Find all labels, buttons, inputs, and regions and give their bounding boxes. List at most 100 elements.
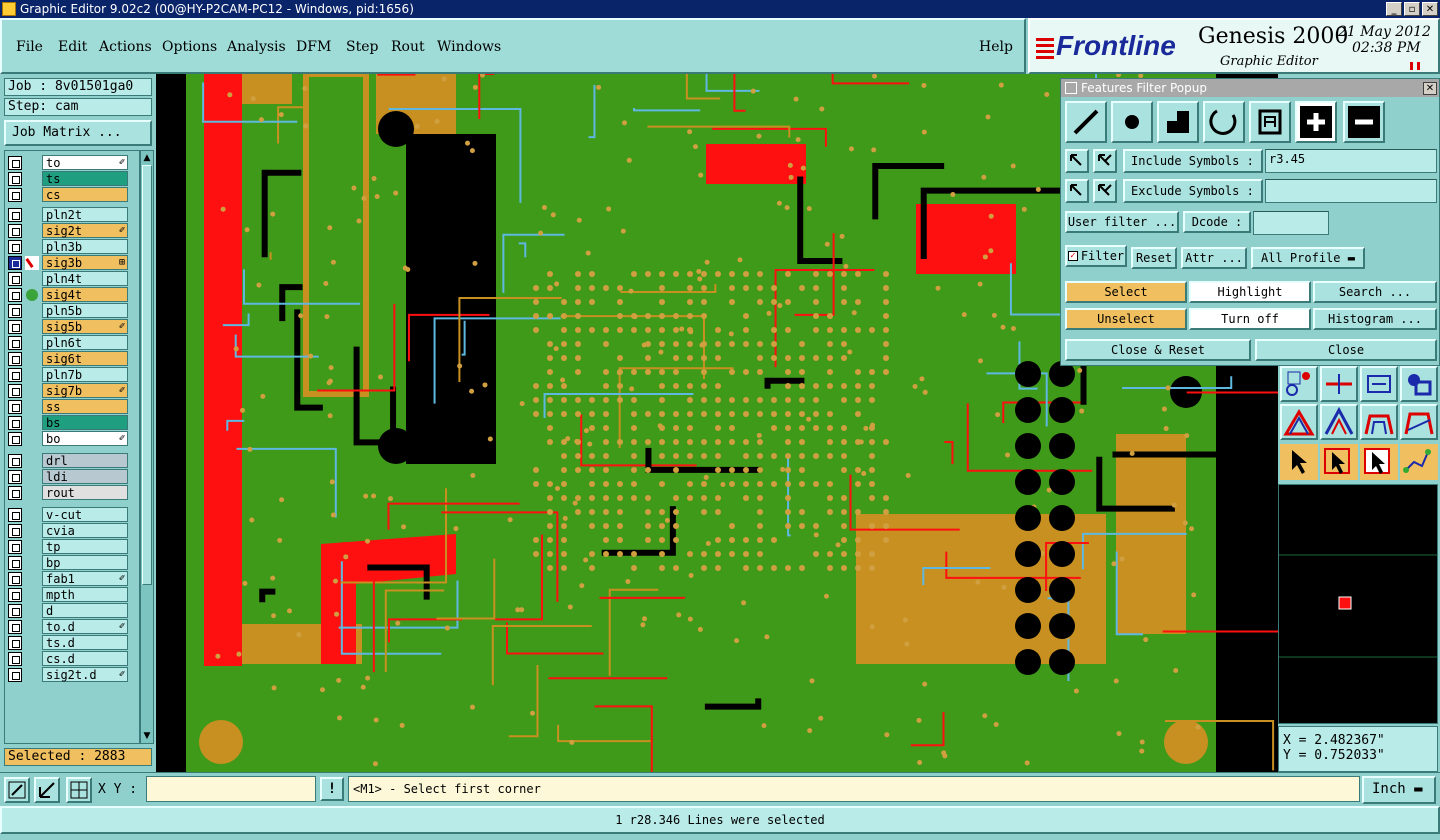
scroll-thumb[interactable] (142, 165, 152, 585)
popup-menu-icon[interactable] (1065, 82, 1077, 94)
layer-checkbox[interactable] (8, 383, 22, 398)
layer-checkbox[interactable] (8, 367, 22, 382)
triangle-blue-tool-icon[interactable] (1320, 404, 1358, 440)
layer-checkbox[interactable] (8, 587, 22, 602)
layer-checkbox[interactable] (8, 207, 22, 222)
layer-row-cvia[interactable]: cvia (8, 523, 128, 538)
layer-name[interactable]: sig4t (42, 287, 128, 302)
layer-row-cs.d[interactable]: cs.d (8, 651, 128, 666)
xy-input[interactable] (146, 776, 316, 802)
view-indicator[interactable] (1338, 596, 1352, 610)
layer-row-ss[interactable]: ss (8, 399, 128, 414)
layer-display-slot[interactable] (24, 188, 40, 202)
minimize-button[interactable]: _ (1386, 2, 1402, 16)
user-filter-button[interactable]: User filter ... (1065, 211, 1179, 233)
display-dot-icon[interactable] (24, 288, 40, 302)
layer-row-sig2t.d[interactable]: sig2t.d ✐ (8, 667, 128, 682)
layer-checkbox[interactable] (8, 155, 22, 170)
layer-row-bo[interactable]: bo ✐ (8, 431, 128, 446)
layer-display-slot[interactable] (24, 352, 40, 366)
layer-row-fab1[interactable]: fab1 ✐ (8, 571, 128, 586)
layer-row-ldi[interactable]: ldi (8, 469, 128, 484)
layer-checkbox[interactable] (8, 303, 22, 318)
layer-checkbox[interactable] (8, 187, 22, 202)
layer-checkbox[interactable] (8, 571, 22, 586)
alert-button[interactable]: ! (320, 777, 344, 801)
menu-options[interactable]: Options (162, 39, 217, 55)
layer-checkbox[interactable] (8, 635, 22, 650)
layer-row-v-cut[interactable]: v-cut (8, 507, 128, 522)
layer-display-slot[interactable] (24, 588, 40, 602)
layer-name[interactable]: pln5b (42, 303, 128, 318)
fit-tool-icon[interactable] (1360, 366, 1398, 402)
pad-filter-icon[interactable] (1111, 101, 1153, 143)
layer-name[interactable]: cs (42, 187, 128, 202)
layer-name[interactable]: ts.d (42, 635, 128, 650)
pause-icon[interactable] (1410, 62, 1420, 70)
layer-display-slot[interactable] (24, 156, 40, 170)
reset-button[interactable]: Reset (1131, 247, 1177, 269)
layer-name[interactable]: sig5b ✐ (42, 319, 128, 334)
layer-checkbox[interactable] (8, 431, 22, 446)
layer-checkbox[interactable] (8, 507, 22, 522)
layer-name[interactable]: to.d ✐ (42, 619, 128, 634)
layer-display-slot[interactable] (24, 272, 40, 286)
grid-snap-icon[interactable] (66, 777, 92, 803)
layer-row-sig3b[interactable]: sig3b ⊞ (8, 255, 128, 270)
layer-display-slot[interactable] (24, 384, 40, 398)
histogram-button[interactable]: Histogram ... (1313, 308, 1437, 330)
layer-checkbox[interactable] (8, 603, 22, 618)
menu-dfm[interactable]: DFM (296, 39, 331, 55)
layer-checkbox[interactable] (8, 171, 22, 186)
dcode-field[interactable] (1253, 211, 1329, 235)
layer-checkbox[interactable] (8, 351, 22, 366)
positive-filter-icon[interactable] (1295, 101, 1337, 143)
layer-display-slot[interactable] (24, 524, 40, 538)
layer-name[interactable]: pln4t (42, 271, 128, 286)
overview-map[interactable] (1278, 484, 1438, 724)
layer-row-to[interactable]: to ✐ (8, 155, 128, 170)
highlight-button[interactable]: Highlight (1189, 281, 1311, 303)
layer-row-cs[interactable]: cs (8, 187, 128, 202)
layer-checkbox[interactable] (8, 239, 22, 254)
line-filter-icon[interactable] (1065, 101, 1107, 143)
menu-windows[interactable]: Windows (437, 39, 501, 55)
layer-name[interactable]: to ✐ (42, 155, 128, 170)
layer-row-mpth[interactable]: mpth (8, 587, 128, 602)
layer-name[interactable]: drl (42, 453, 128, 468)
scroll-up-icon[interactable]: ▲ (142, 153, 152, 163)
layer-name[interactable]: fab1 ✐ (42, 571, 128, 586)
pad-layer-tool-icon[interactable] (1280, 366, 1318, 402)
layer-row-sig6t[interactable]: sig6t (8, 351, 128, 366)
layer-checkbox[interactable] (8, 667, 22, 682)
job-matrix-button[interactable]: Job Matrix ... (4, 120, 152, 146)
search-button[interactable]: Search ... (1313, 281, 1437, 303)
measure-icon[interactable] (34, 777, 60, 803)
close-reset-button[interactable]: Close & Reset (1065, 339, 1251, 361)
layer-display-slot[interactable] (24, 432, 40, 446)
layer-row-drl[interactable]: drl (8, 453, 128, 468)
layer-row-tp[interactable]: tp (8, 539, 128, 554)
layer-name[interactable]: sig2t.d ✐ (42, 667, 128, 682)
layer-row-bs[interactable]: bs (8, 415, 128, 430)
arch-tool-icon[interactable] (1360, 404, 1398, 440)
units-select[interactable]: Inch ▬ (1362, 776, 1436, 804)
surface-filter-icon[interactable] (1157, 101, 1199, 143)
menu-edit[interactable]: Edit (58, 39, 87, 55)
layer-row-pln3b[interactable]: pln3b (8, 239, 128, 254)
layer-display-slot[interactable] (24, 172, 40, 186)
layer-display-slot[interactable] (24, 652, 40, 666)
layer-name[interactable]: mpth (42, 587, 128, 602)
layer-checkbox[interactable] (8, 223, 22, 238)
layer-checkbox[interactable] (8, 555, 22, 570)
include-pick-all-icon[interactable] (1093, 149, 1117, 173)
layer-display-slot[interactable] (24, 540, 40, 554)
menu-analysis[interactable]: Analysis (227, 39, 286, 55)
layer-display-slot[interactable] (24, 208, 40, 222)
layer-checkbox[interactable] (8, 287, 22, 302)
layer-display-slot[interactable] (24, 400, 40, 414)
shapes-tool-icon[interactable] (1400, 366, 1438, 402)
layer-display-slot[interactable] (24, 508, 40, 522)
layer-display-slot[interactable] (24, 668, 40, 682)
exclude-pick-all-icon[interactable] (1093, 179, 1117, 203)
